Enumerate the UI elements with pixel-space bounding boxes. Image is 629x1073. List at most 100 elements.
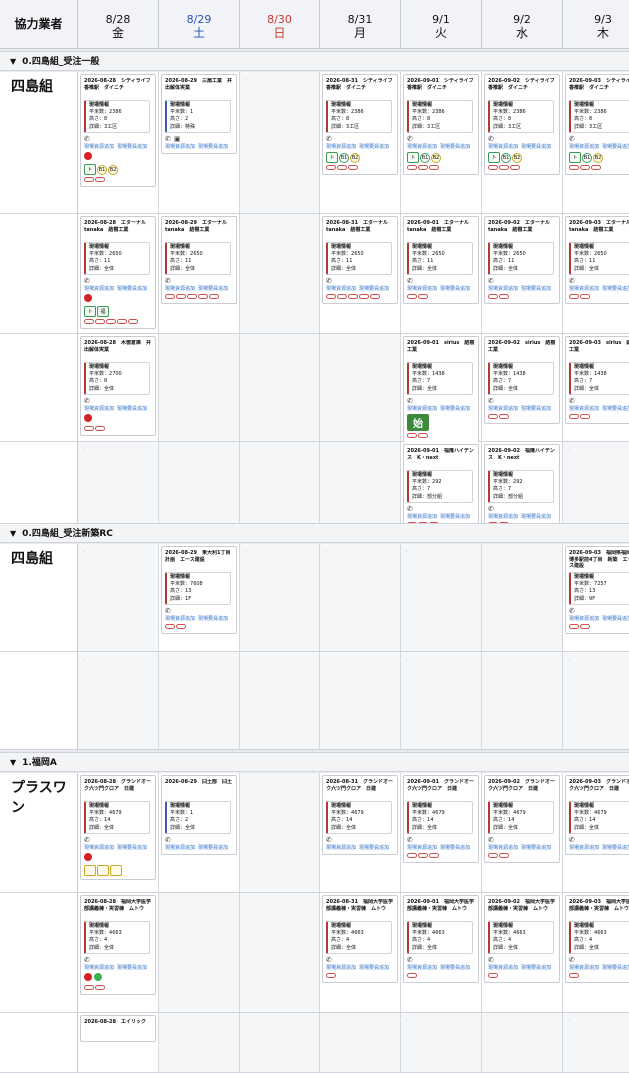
staff-tag[interactable] bbox=[418, 293, 428, 299]
staff-tag[interactable] bbox=[499, 164, 509, 170]
add-material-link[interactable]: 現場資源追加 bbox=[326, 144, 356, 150]
schedule-card[interactable]: 2026-08-28 グランドオーク六ツ門クロア 日建 現場情報 平米数：4679 高… bbox=[80, 775, 156, 880]
section-header[interactable]: ▼ 1.福岡A bbox=[0, 752, 629, 772]
day-cell[interactable]: 2026-09-02 シティライフ香椎駅 ダイニチ 現場情報 平米数：2386 高さ：… bbox=[482, 72, 563, 213]
day-cell[interactable]: 2026-09-03 エターナル tanaka 結樹工業 現場情報 平米数：2650… bbox=[563, 214, 629, 333]
day-cell[interactable]: · bbox=[482, 652, 563, 749]
phone-icon[interactable]: ✆ bbox=[488, 505, 494, 513]
schedule-card[interactable]: 2026-09-02 福岡大学医学部講義棟・実習棟 ムトウ 現場情報 平米数：466… bbox=[484, 895, 560, 983]
status-red-dot[interactable] bbox=[84, 293, 92, 302]
day-cell[interactable]: · bbox=[401, 1013, 482, 1072]
phone-icon[interactable]: ✆ bbox=[569, 277, 575, 285]
phone-icon[interactable]: ✆ bbox=[569, 135, 575, 143]
add-staff-link[interactable]: 現場要員追加 bbox=[440, 406, 470, 412]
add-material-link[interactable]: 現場資源追加 bbox=[407, 965, 437, 971]
add-material-link[interactable]: 現場資源追加 bbox=[488, 406, 518, 412]
staff-tag[interactable] bbox=[407, 293, 417, 299]
schedule-card[interactable]: 2026-09-01 福岡大学医学部講義棟・実習棟 ムトウ 現場情報 平米数：466… bbox=[403, 895, 479, 983]
day-cell[interactable]: 2026-09-02 エターナル tanaka 結樹工業 現場情報 平米数：2650… bbox=[482, 214, 563, 333]
card-title[interactable]: 2026-08-31 エターナル tanaka 結樹工業 bbox=[326, 220, 394, 240]
schedule-card[interactable]: 2026-08-28 木徳倉庫 井出解体実業 現場情報 平米数：2700 高さ：8 詳細… bbox=[80, 336, 156, 436]
section-header[interactable]: ▼ 0.四島組_受注新築RC bbox=[0, 523, 629, 543]
schedule-card[interactable]: 2026-09-02 エターナル tanaka 結樹工業 現場情報 平米数：2650… bbox=[484, 216, 560, 304]
add-staff-link[interactable]: 現場要員追加 bbox=[359, 144, 389, 150]
status-red-dot[interactable] bbox=[84, 413, 92, 422]
card-title[interactable]: 2026-09-01 エターナル tanaka 結樹工業 bbox=[407, 220, 475, 240]
add-staff-link[interactable]: 現場要員追加 bbox=[198, 286, 228, 292]
staff-tag[interactable] bbox=[106, 318, 116, 324]
staff-tag[interactable] bbox=[95, 984, 105, 990]
resource-badge[interactable]: B1 bbox=[420, 152, 430, 163]
staff-tag[interactable] bbox=[488, 852, 498, 858]
day-cell[interactable]: 2026-08-28 エイリック bbox=[78, 1013, 159, 1072]
schedule-card[interactable]: 2026-08-28 シティライフ香椎駅 ダイニチ 現場情報 平米数：2386 高さ：… bbox=[80, 74, 156, 187]
phone-icon[interactable]: ✆ bbox=[165, 135, 171, 143]
staff-tag[interactable] bbox=[418, 164, 428, 170]
add-staff-link[interactable]: 現場要員追加 bbox=[521, 406, 551, 412]
staff-tag[interactable] bbox=[580, 413, 590, 419]
start-button[interactable]: 始 bbox=[407, 413, 429, 431]
printer-icon[interactable]: ▣ bbox=[174, 135, 181, 143]
add-material-link[interactable]: 現場資源追加 bbox=[84, 845, 114, 851]
day-cell[interactable]: · bbox=[240, 1013, 320, 1072]
schedule-card[interactable]: 2026-09-02 グランドオーク六ツ門クロア 日建 現場情報 平米数：4679 高… bbox=[484, 775, 560, 863]
add-staff-link[interactable]: 現場要員追加 bbox=[198, 616, 228, 622]
card-title[interactable]: 2026-09-01 福岡大学医学部講義棟・実習棟 ムトウ bbox=[407, 899, 475, 919]
staff-tag[interactable] bbox=[84, 176, 94, 182]
phone-icon[interactable]: ✆ bbox=[407, 505, 413, 513]
staff-tag[interactable] bbox=[569, 164, 579, 170]
card-title[interactable]: 2026-09-02 エターナル tanaka 結樹工業 bbox=[488, 220, 556, 240]
day-cell[interactable]: · bbox=[320, 544, 401, 651]
day-cell[interactable]: · bbox=[159, 1013, 240, 1072]
phone-icon[interactable]: ✆ bbox=[407, 397, 413, 405]
day-cell[interactable]: · bbox=[563, 1013, 629, 1072]
card-title[interactable]: 2026-09-01 グランドオーク六ツ門クロア 日建 bbox=[407, 779, 475, 799]
add-material-link[interactable]: 現場資源追加 bbox=[84, 406, 114, 412]
status-red-dot[interactable] bbox=[84, 852, 92, 861]
day-cell[interactable]: 2026-08-31 シティライフ香椎駅 ダイニチ 現場情報 平米数：2386 高さ：… bbox=[320, 72, 401, 213]
phone-icon[interactable]: ✆ bbox=[488, 397, 494, 405]
collapse-triangle-icon[interactable]: ▼ bbox=[10, 529, 16, 538]
add-material-link[interactable]: 現場資源追加 bbox=[165, 144, 195, 150]
day-cell[interactable]: 2026-08-28 木徳倉庫 井出解体実業 現場情報 平米数：2700 高さ：8 詳細… bbox=[78, 334, 159, 441]
staff-tag[interactable] bbox=[95, 318, 105, 324]
day-cell[interactable]: · bbox=[78, 544, 159, 651]
staff-tag[interactable] bbox=[569, 413, 579, 419]
add-staff-link[interactable]: 現場要員追加 bbox=[359, 845, 389, 851]
add-material-link[interactable]: 現場資源追加 bbox=[488, 845, 518, 851]
add-staff-link[interactable]: 現場要員追加 bbox=[602, 845, 629, 851]
card-title[interactable]: 2026-09-03 エターナル tanaka 結樹工業 bbox=[569, 220, 629, 240]
schedule-card[interactable]: 2026-09-03 sirius 結樹工業現場情報平米数：1438高さ：7詳細… bbox=[565, 336, 629, 424]
phone-icon[interactable]: ✆ bbox=[488, 956, 494, 964]
day-cell[interactable]: · bbox=[240, 72, 320, 213]
add-material-link[interactable]: 現場資源追加 bbox=[569, 286, 599, 292]
day-cell[interactable]: · bbox=[482, 544, 563, 651]
schedule-card[interactable]: 2026-09-03 シティライフ香椎駅 ダイニチ現場情報平米数：2386高さ：… bbox=[565, 74, 629, 175]
staff-tag[interactable] bbox=[84, 984, 94, 990]
staff-tag[interactable] bbox=[407, 432, 417, 438]
day-cell[interactable]: · bbox=[159, 893, 240, 1012]
phone-icon[interactable]: ✆ bbox=[407, 836, 413, 844]
phone-icon[interactable]: ✆ bbox=[569, 397, 575, 405]
schedule-card[interactable]: 2026-08-28 エターナル tanaka 結樹工業 現場情報 平米数：2650… bbox=[80, 216, 156, 329]
status-red-dot[interactable] bbox=[84, 151, 92, 160]
add-staff-link[interactable]: 現場要員追加 bbox=[521, 965, 551, 971]
day-cell[interactable]: · bbox=[401, 652, 482, 749]
staff-tag[interactable] bbox=[337, 293, 347, 299]
resource-badge[interactable]: ト bbox=[407, 151, 419, 163]
card-title[interactable]: 2026-09-01 シティライフ香椎駅 ダイニチ bbox=[407, 78, 475, 98]
day-cell[interactable]: · bbox=[240, 214, 320, 333]
resource-badge[interactable]: ト bbox=[326, 151, 338, 163]
card-title[interactable]: 2026-09-01 福隆ハイデンス K・next bbox=[407, 448, 475, 468]
add-staff-link[interactable]: 現場要員追加 bbox=[117, 286, 147, 292]
phone-icon[interactable]: ✆ bbox=[488, 836, 494, 844]
add-material-link[interactable]: 現場資源追加 bbox=[407, 286, 437, 292]
staff-tag[interactable] bbox=[84, 318, 94, 324]
day-cell[interactable]: · bbox=[401, 544, 482, 651]
phone-icon[interactable]: ✆ bbox=[569, 956, 575, 964]
day-cell[interactable]: · bbox=[78, 652, 159, 749]
phone-icon[interactable]: ✆ bbox=[326, 956, 332, 964]
staff-tag[interactable] bbox=[418, 852, 428, 858]
staff-tag[interactable] bbox=[326, 293, 336, 299]
resource-badge[interactable]: B2 bbox=[350, 152, 360, 163]
